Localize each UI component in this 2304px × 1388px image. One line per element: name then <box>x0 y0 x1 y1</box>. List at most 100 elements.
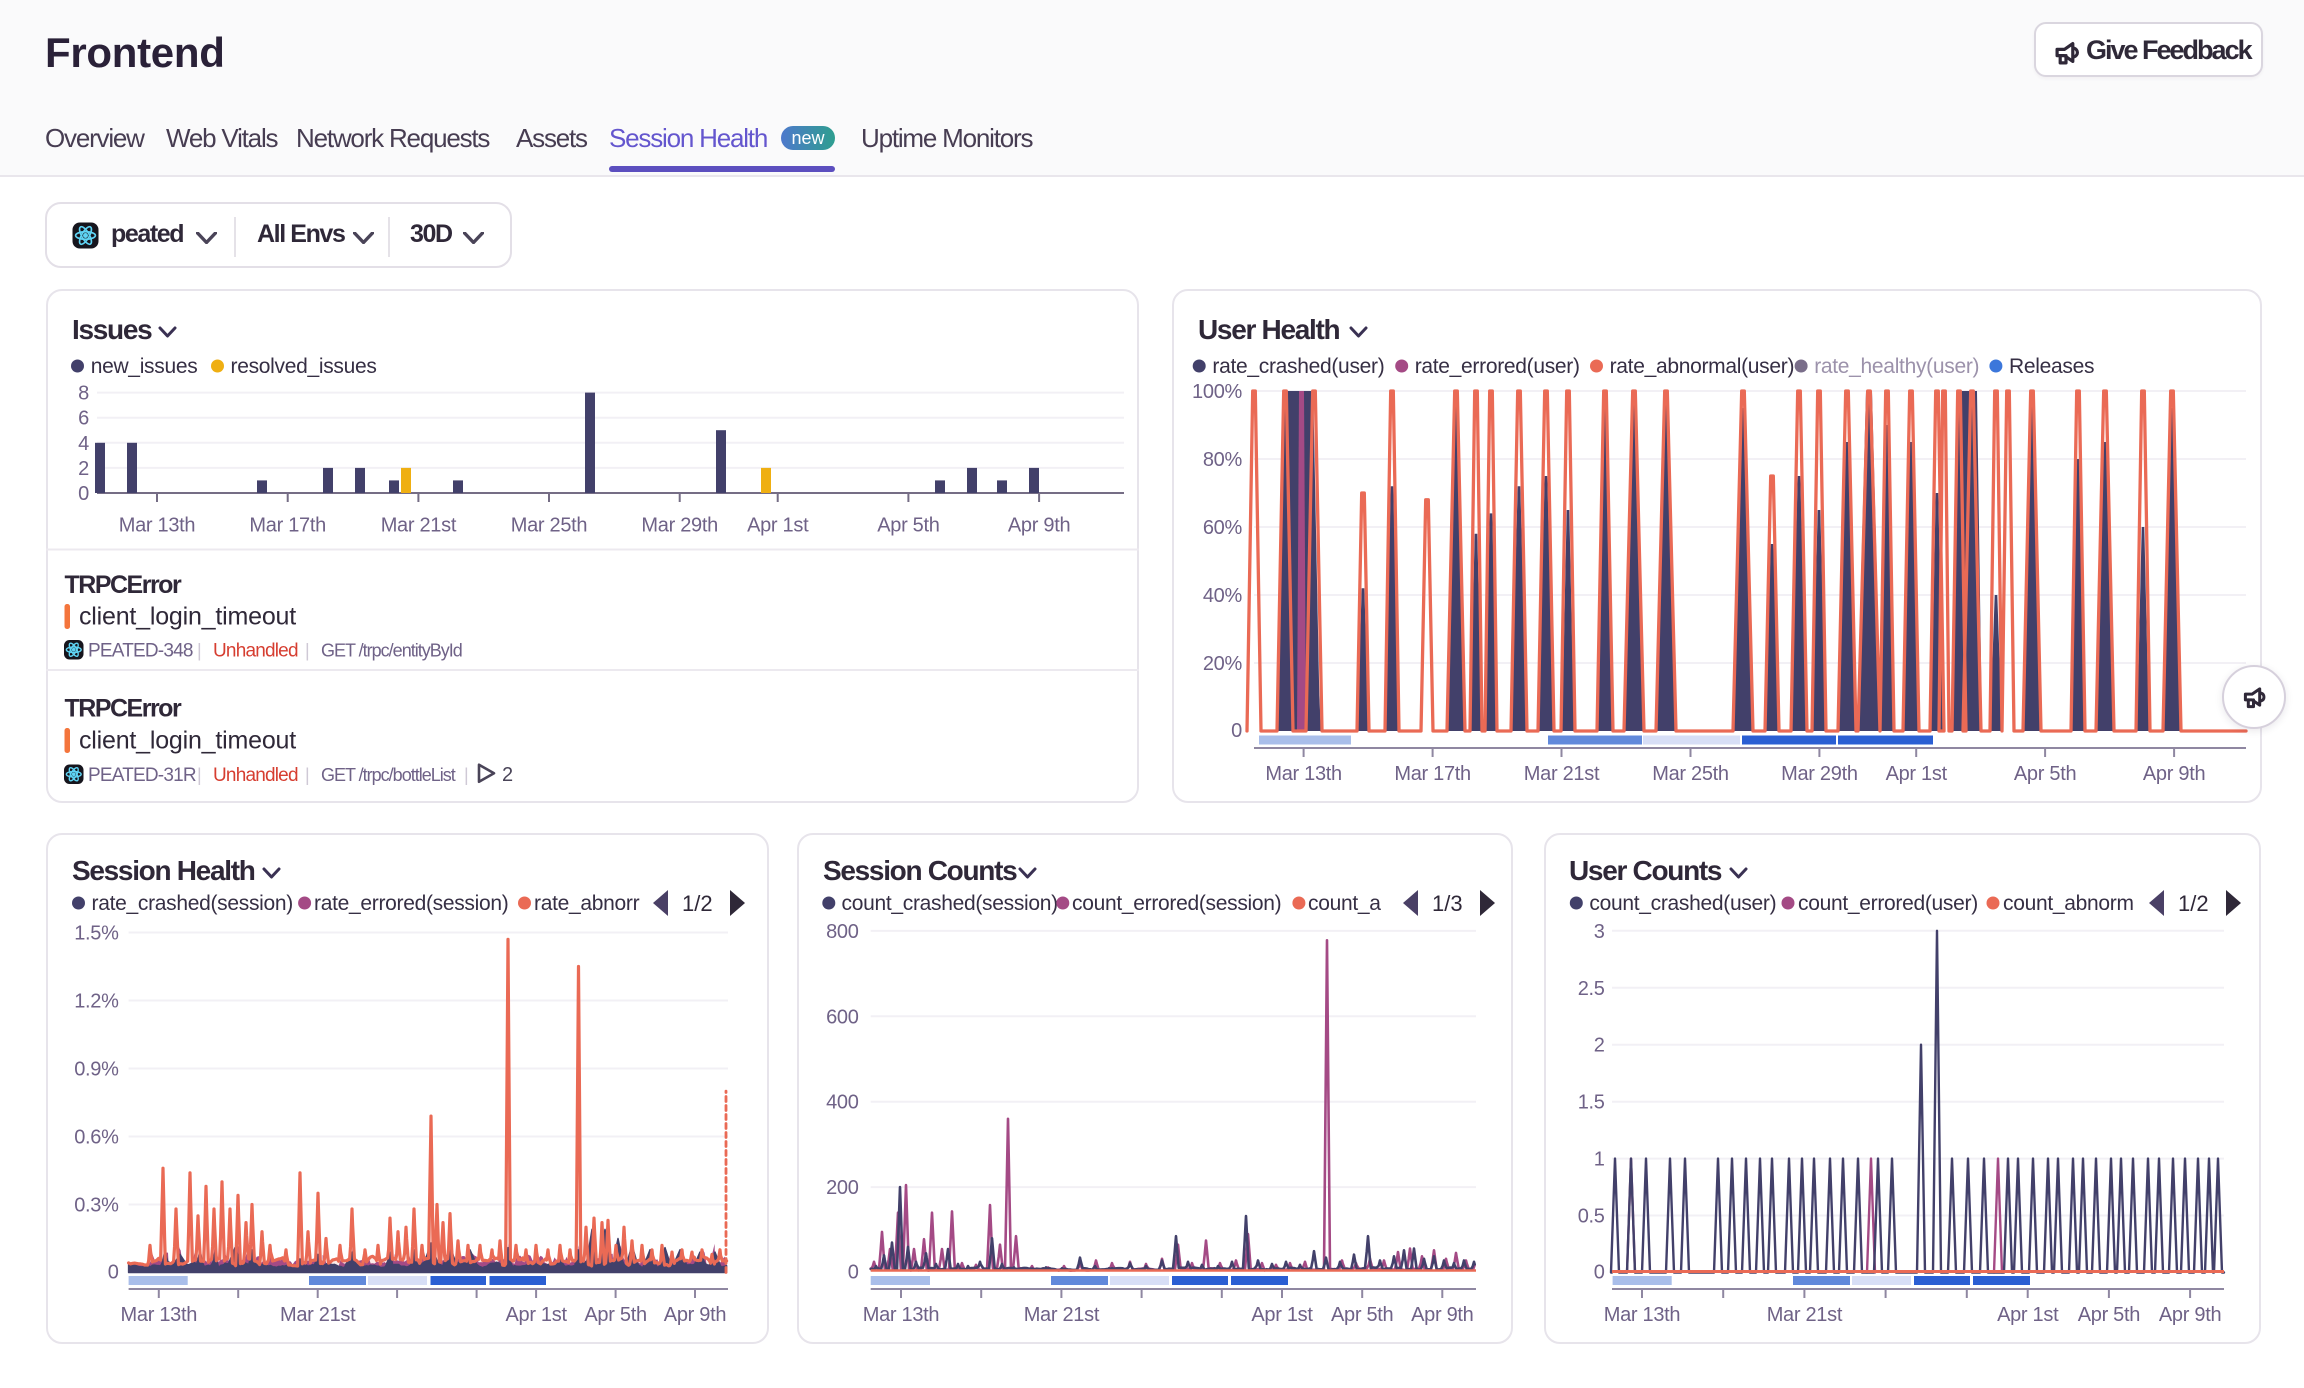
svg-text:Apr 5th: Apr 5th <box>2078 1304 2140 1326</box>
svg-text:Mar 13th: Mar 13th <box>1604 1304 1681 1326</box>
svg-text:2: 2 <box>502 764 513 786</box>
svg-text:Mar 21st: Mar 21st <box>1024 1304 1100 1326</box>
svg-text:1/3: 1/3 <box>1432 891 1463 916</box>
svg-text:resolved_issues: resolved_issues <box>231 355 377 378</box>
svg-text:Mar 13th: Mar 13th <box>119 515 196 537</box>
svg-text:800: 800 <box>826 921 859 943</box>
svg-text:Mar 13th: Mar 13th <box>1265 763 1342 785</box>
svg-text:|: | <box>197 641 201 661</box>
svg-text:Apr 1st: Apr 1st <box>1251 1304 1313 1326</box>
svg-text:6: 6 <box>78 408 89 430</box>
svg-text:80%: 80% <box>1203 449 1243 471</box>
svg-text:1/2: 1/2 <box>682 891 713 916</box>
svg-text:rate_healthy(user): rate_healthy(user) <box>1814 355 1979 378</box>
svg-text:Apr 5th: Apr 5th <box>2014 763 2076 785</box>
svg-text:200: 200 <box>826 1177 859 1199</box>
svg-text:40%: 40% <box>1203 585 1243 607</box>
svg-text:count_a: count_a <box>1308 892 1381 915</box>
svg-text:Mar 25th: Mar 25th <box>511 515 588 537</box>
svg-text:GET /trpc/entityById: GET /trpc/entityById <box>321 641 462 661</box>
svg-text:1.5%: 1.5% <box>74 923 119 945</box>
svg-text:TRPCError: TRPCError <box>65 571 182 599</box>
svg-text:0.3%: 0.3% <box>74 1195 119 1217</box>
svg-text:Session Counts: Session Counts <box>823 855 1017 886</box>
svg-text:Mar 21st: Mar 21st <box>280 1304 356 1326</box>
svg-text:Mar 17th: Mar 17th <box>1394 763 1471 785</box>
svg-text:1.5: 1.5 <box>1578 1092 1605 1114</box>
svg-text:Apr 1st: Apr 1st <box>505 1304 567 1326</box>
svg-text:Apr 1st: Apr 1st <box>747 515 809 537</box>
svg-text:rate_errored(user): rate_errored(user) <box>1415 355 1580 378</box>
svg-text:Apr 5th: Apr 5th <box>877 515 939 537</box>
svg-text:Mar 17th: Mar 17th <box>249 515 326 537</box>
svg-text:2: 2 <box>1594 1035 1605 1057</box>
svg-text:client_login_timeout: client_login_timeout <box>79 727 296 755</box>
svg-text:Releases: Releases <box>2009 355 2094 378</box>
svg-text:PEATED-31R: PEATED-31R <box>88 765 196 786</box>
svg-text:Mar 13th: Mar 13th <box>863 1304 940 1326</box>
svg-text:Session Health: Session Health <box>72 855 255 886</box>
svg-text:Apr 1st: Apr 1st <box>1886 763 1948 785</box>
svg-text:20%: 20% <box>1203 653 1243 675</box>
svg-text:Mar 21st: Mar 21st <box>1524 763 1600 785</box>
svg-text:count_crashed(session): count_crashed(session) <box>842 892 1058 915</box>
svg-text:Mar 29th: Mar 29th <box>1781 763 1858 785</box>
svg-text:rate_crashed(session): rate_crashed(session) <box>92 892 293 915</box>
svg-text:Apr 9th: Apr 9th <box>2143 763 2205 785</box>
svg-text:0: 0 <box>1594 1262 1605 1284</box>
svg-text:count_abnorm: count_abnorm <box>2003 892 2134 915</box>
svg-text:0: 0 <box>1231 720 1242 742</box>
svg-text:TRPCError: TRPCError <box>65 695 182 723</box>
svg-text:count_errored(session): count_errored(session) <box>1072 892 1281 915</box>
svg-text:0: 0 <box>848 1262 859 1284</box>
svg-text:Apr 1st: Apr 1st <box>1997 1304 2059 1326</box>
svg-text:Apr 9th: Apr 9th <box>2159 1304 2221 1326</box>
svg-text:Mar 13th: Mar 13th <box>121 1304 198 1326</box>
svg-text:|: | <box>305 641 309 661</box>
svg-text:Apr 5th: Apr 5th <box>584 1304 646 1326</box>
svg-text:600: 600 <box>826 1006 859 1028</box>
svg-text:0: 0 <box>108 1262 119 1284</box>
svg-text:|: | <box>464 765 468 785</box>
svg-text:PEATED-348: PEATED-348 <box>88 641 193 662</box>
svg-text:|: | <box>305 765 309 785</box>
svg-text:|: | <box>197 765 201 785</box>
svg-text:count_crashed(user): count_crashed(user) <box>1589 892 1776 915</box>
svg-text:Unhandled: Unhandled <box>213 765 298 786</box>
svg-text:3: 3 <box>1594 921 1605 943</box>
svg-text:Mar 21st: Mar 21st <box>381 515 457 537</box>
svg-text:1: 1 <box>1594 1149 1605 1171</box>
svg-text:Apr 5th: Apr 5th <box>1331 1304 1393 1326</box>
svg-text:Mar 21st: Mar 21st <box>1767 1304 1843 1326</box>
svg-text:rate_crashed(user): rate_crashed(user) <box>1212 355 1384 378</box>
svg-text:0: 0 <box>78 483 89 505</box>
svg-text:8: 8 <box>78 383 89 405</box>
svg-text:Apr 9th: Apr 9th <box>1008 515 1070 537</box>
svg-text:GET /trpc/bottleList: GET /trpc/bottleList <box>321 765 456 785</box>
svg-text:Apr 9th: Apr 9th <box>664 1304 726 1326</box>
svg-text:Apr 9th: Apr 9th <box>1411 1304 1473 1326</box>
svg-text:100%: 100% <box>1192 381 1242 403</box>
svg-text:0.5: 0.5 <box>1578 1206 1605 1228</box>
svg-text:rate_errored(session): rate_errored(session) <box>314 892 508 915</box>
svg-text:0.6%: 0.6% <box>74 1127 119 1149</box>
svg-text:new_issues: new_issues <box>91 355 198 378</box>
svg-text:Issues: Issues <box>72 314 152 345</box>
svg-text:User Counts: User Counts <box>1569 855 1722 886</box>
svg-text:Mar 29th: Mar 29th <box>641 515 718 537</box>
svg-text:Unhandled: Unhandled <box>213 641 298 662</box>
svg-text:0.9%: 0.9% <box>74 1059 119 1081</box>
svg-text:1/2: 1/2 <box>2178 891 2209 916</box>
svg-text:rate_abnormal(user): rate_abnormal(user) <box>1610 355 1795 378</box>
svg-text:User Health: User Health <box>1198 314 1340 345</box>
svg-text:count_errored(user): count_errored(user) <box>1798 892 1978 915</box>
svg-text:2.5: 2.5 <box>1578 978 1605 1000</box>
svg-text:2: 2 <box>78 458 89 480</box>
svg-text:400: 400 <box>826 1092 859 1114</box>
svg-text:60%: 60% <box>1203 517 1243 539</box>
svg-text:client_login_timeout: client_login_timeout <box>79 603 296 631</box>
svg-text:4: 4 <box>78 433 89 455</box>
svg-text:1.2%: 1.2% <box>74 991 119 1013</box>
svg-text:Mar 25th: Mar 25th <box>1652 763 1729 785</box>
svg-text:rate_abnorr: rate_abnorr <box>534 892 640 915</box>
